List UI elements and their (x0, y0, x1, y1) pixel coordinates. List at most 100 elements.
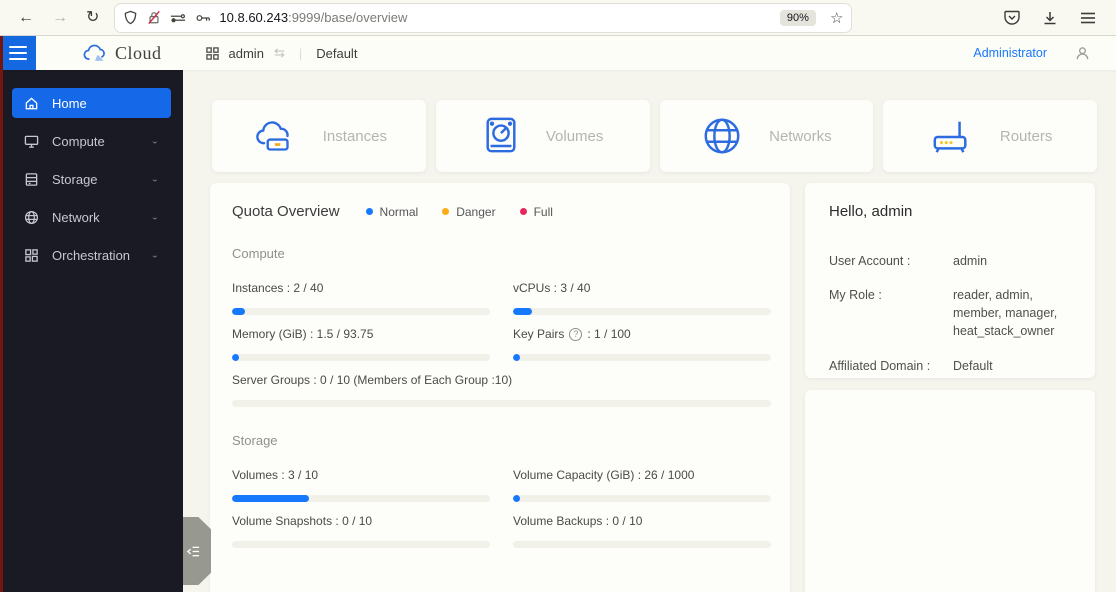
profile-rows: User Account : admin My Role : reader, admi… (829, 252, 1071, 375)
quota-label-text: : 1 / 100 (587, 327, 631, 341)
header-divider: | (298, 45, 303, 61)
storage-icon (24, 172, 39, 187)
profile-row-value: reader, admin, member, manager, heat_sta… (953, 288, 1058, 339)
quick-menu-handle[interactable] (183, 517, 211, 585)
key-icon[interactable] (195, 12, 211, 24)
quota-progress-track (232, 541, 490, 548)
quota-item-label: Memory (GiB) : 1.5 / 93.75 (232, 327, 374, 341)
switch-project-icon[interactable]: ⇆ (274, 45, 285, 61)
sidebar-item-label: Orchestration (52, 247, 131, 263)
quota-item-label: Volumes : 3 / 10 (232, 468, 319, 482)
greeting-text: Hello, admin (829, 203, 913, 220)
quota-progress-fill (513, 495, 520, 502)
quota-progress-fill (513, 354, 520, 361)
legend-label: Danger (456, 204, 496, 219)
permissions-icon[interactable] (170, 11, 186, 25)
chevron-down-icon: ⌄ (150, 212, 159, 222)
volumes-icon (482, 116, 520, 156)
quota-progress-track (232, 308, 490, 315)
legend-item-normal: Normal (365, 205, 418, 219)
forward-button[interactable]: → (52, 9, 68, 26)
sidebar-item-compute[interactable]: Compute ⌄ (12, 126, 171, 156)
quota-item: Memory (GiB) : 1.5 / 93.75 (232, 327, 490, 361)
back-button[interactable]: ← (18, 9, 34, 26)
shortcut-cards-row: Instances Volumes Networks Routers (212, 100, 1097, 172)
sidebar-item-label: Network (52, 209, 100, 225)
quota-item: vCPUs : 3 / 40 (513, 281, 771, 315)
sidebar-item-label: Storage (52, 171, 98, 187)
app-logo[interactable]: Cloud (82, 43, 162, 64)
sidebar-item-network[interactable]: Network ⌄ (12, 202, 171, 232)
shortcut-card-label: Routers (999, 127, 1053, 145)
downloads-icon[interactable] (1042, 10, 1058, 26)
sidebar-item-storage[interactable]: Storage ⌄ (12, 164, 171, 194)
logo-text: Cloud (115, 42, 162, 63)
quota-item: Volumes : 3 / 10 (232, 468, 490, 502)
profile-row-label: Affiliated Domain : (829, 358, 931, 373)
profile-row-value: admin (953, 254, 988, 268)
reload-button[interactable]: ↻ (86, 9, 99, 26)
legend-dot-icon (365, 208, 373, 215)
menu-icon[interactable] (1080, 11, 1096, 25)
quota-progress-track (232, 354, 490, 361)
shield-icon[interactable] (123, 10, 138, 25)
screen-edge (0, 36, 3, 592)
quota-progress-fill (232, 495, 310, 502)
user-profile-card: Hello, admin User Account : admin My Role … (805, 183, 1095, 378)
quota-overview-card: Quota Overview Normal Danger Full Compute I… (210, 183, 790, 592)
chevron-down-icon: ⌄ (150, 174, 159, 184)
network-icon (24, 210, 39, 225)
url-path: :9999/base/overview (288, 10, 408, 25)
chevron-down-icon: ⌄ (150, 136, 159, 146)
legend-dot-icon (442, 208, 450, 215)
help-icon[interactable]: ? (569, 327, 583, 341)
pocket-icon[interactable] (1004, 10, 1020, 25)
project-grid-icon (205, 46, 219, 60)
legend-dot-icon (519, 208, 527, 215)
quota-item: Volume Snapshots : 0 / 10 (232, 514, 490, 548)
quota-progress-fill (513, 308, 533, 315)
sidebar-nav: Home Compute ⌄ Storage ⌄ Network ⌄ Orchestratio… (0, 70, 183, 592)
sidebar-item-label: Home (52, 95, 87, 111)
sidebar-item-orchestration[interactable]: Orchestration ⌄ (12, 240, 171, 270)
profile-row: My Role : reader, admin, member, manager,… (829, 286, 1071, 340)
sidebar-item-home[interactable]: Home (12, 88, 171, 118)
quota-section-title: Storage (232, 433, 278, 448)
quota-item: Volume Backups : 0 / 10 (513, 514, 771, 548)
bookmark-star-icon[interactable]: ☆ (830, 9, 843, 27)
shortcut-card-routers[interactable]: Routers (883, 100, 1097, 172)
legend-item-full: Full (519, 205, 553, 219)
sidebar-toggle-button[interactable] (0, 36, 36, 70)
quota-progress-fill (232, 354, 239, 361)
user-avatar-icon[interactable] (1075, 46, 1090, 61)
domain-name: Default (316, 45, 358, 61)
shortcut-card-label: Networks (769, 127, 832, 145)
quota-item-label: Volume Snapshots : 0 / 10 (232, 514, 373, 528)
browser-toolbar: ← → ↻ 10.8.60.243:9999/base/overview 90%… (0, 0, 1116, 36)
shortcut-card-instances[interactable]: Instances (212, 100, 426, 172)
quota-item: Volume Capacity (GiB) : 26 / 1000 (513, 468, 771, 502)
administrator-link[interactable]: Administrator (973, 46, 1047, 60)
profile-row-value: Default (953, 358, 993, 373)
shortcut-card-label: Instances (322, 127, 387, 145)
instances-icon (251, 118, 297, 154)
profile-row-label: User Account : (829, 254, 911, 268)
quota-item: Instances : 2 / 40 (232, 281, 490, 315)
quota-section-title: Compute (232, 246, 285, 261)
quota-progress-fill (232, 308, 245, 315)
url-host: 10.8.60.243 (219, 10, 289, 25)
quota-item-label: Server Groups : 0 / 10 (Members of Each … (232, 373, 513, 387)
url-bar[interactable]: 10.8.60.243:9999/base/overview 90% ☆ (115, 3, 852, 32)
zoom-level-badge[interactable]: 90% (779, 9, 816, 26)
insecure-lock-icon[interactable] (147, 10, 161, 25)
quota-progress-track (513, 308, 771, 315)
shortcut-card-label: Volumes (545, 127, 604, 145)
quota-progress-track (232, 400, 771, 407)
quota-item-label: vCPUs : 3 / 40 (513, 281, 591, 295)
quota-grid: Volumes : 3 / 10 Volume Capacity (GiB) : … (232, 456, 771, 548)
shortcut-card-networks[interactable]: Networks (659, 100, 874, 172)
quota-item-label: Key Pairs? : 1 / 100 (513, 327, 771, 341)
address-text[interactable]: 10.8.60.243:9999/base/overview (219, 10, 772, 25)
cloud-logo-icon (82, 44, 108, 62)
shortcut-card-volumes[interactable]: Volumes (435, 100, 650, 172)
